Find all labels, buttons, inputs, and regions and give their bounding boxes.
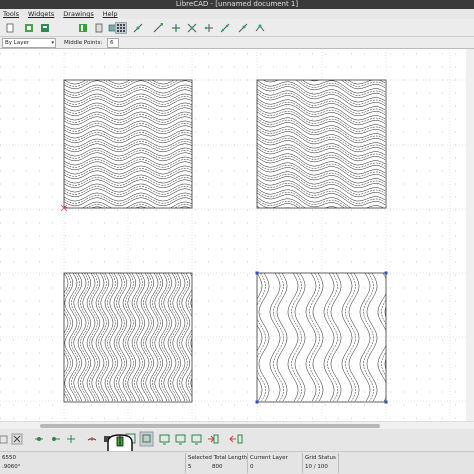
horizontal-scrollbar[interactable] <box>0 421 474 429</box>
menu-drawings[interactable]: Drawings <box>63 9 93 19</box>
status-divider <box>185 453 186 473</box>
snap-line-icon[interactable] <box>132 22 144 34</box>
status-divider <box>302 453 303 473</box>
snap-exclusive-icon[interactable] <box>11 433 23 445</box>
selected-count: 5 <box>188 464 192 470</box>
restrict-icon[interactable] <box>219 22 231 34</box>
snap-end-point-icon[interactable] <box>35 437 43 441</box>
scrollbar-thumb[interactable] <box>40 424 380 428</box>
layer-combo[interactable]: By Layer ▾ <box>2 38 56 48</box>
window-titlebar: LibreCAD - [unnamed document 1] <box>0 0 474 9</box>
mouse-icon <box>107 434 133 451</box>
status-divider <box>338 453 339 473</box>
wave-tile-vertical-wide[interactable] <box>216 272 413 403</box>
snap-free-icon[interactable] <box>254 22 266 34</box>
chevron-down-icon: ▾ <box>51 40 54 46</box>
grid-status-label: Grid Status <box>305 455 336 461</box>
vertical-scrollbar[interactable] <box>466 49 474 421</box>
snap-intersect-icon[interactable] <box>203 22 215 34</box>
menu-widgets[interactable]: Widgets <box>28 9 54 19</box>
snap-on-entity-icon[interactable] <box>67 435 75 443</box>
snap-end-icon[interactable] <box>152 22 164 34</box>
tools-grid-icon[interactable] <box>115 22 127 34</box>
snap-middle-input[interactable]: 6 <box>107 38 119 48</box>
menu-help[interactable]: Help <box>103 9 118 19</box>
wave-tile-vertical[interactable] <box>42 272 217 403</box>
draw-line-icon[interactable] <box>23 22 35 34</box>
menu-bar: Tools Widgets Drawings Help <box>0 9 474 19</box>
snap-middle-point-icon[interactable] <box>52 437 60 441</box>
layer-combo-value: By Layer <box>5 40 30 46</box>
window-title: LibreCAD - [unnamed document 1] <box>175 0 299 8</box>
snap-grid-icon[interactable] <box>0 435 8 444</box>
tab-selected-icon[interactable] <box>139 431 154 447</box>
coord-absolute: 6550 <box>2 455 16 461</box>
monitor-icon[interactable] <box>175 434 186 445</box>
snap-middle-icon[interactable] <box>170 22 182 34</box>
snap-toolbar <box>0 429 474 451</box>
new-file-icon[interactable] <box>4 22 16 34</box>
snap-relative-zero-icon[interactable] <box>87 437 97 441</box>
snap-middle-label: Middle Points: <box>64 40 103 46</box>
snap-distance-icon[interactable] <box>237 22 249 34</box>
layer-green-icon[interactable] <box>77 22 89 34</box>
selection-handle <box>384 400 388 404</box>
status-bar: 6550 .9060° Selected Total Length 5 800 … <box>0 451 474 474</box>
block-icon[interactable] <box>93 22 105 34</box>
main-toolbar <box>0 19 474 37</box>
grid-dots <box>0 53 469 419</box>
selection-handle <box>255 271 259 275</box>
screen-icon[interactable] <box>159 434 170 445</box>
status-divider <box>247 453 248 473</box>
menu-tools[interactable]: Tools <box>3 9 19 19</box>
selection-handle <box>384 271 388 275</box>
selected-length-label: Selected Total Length <box>188 455 248 461</box>
current-layer-label: Current Layer <box>250 455 288 461</box>
arrow-right-icon[interactable] <box>208 434 219 444</box>
arrow-left-icon[interactable] <box>229 434 243 444</box>
selected-length-value: 800 <box>212 464 223 470</box>
print-preview-icon[interactable] <box>191 434 202 445</box>
snap-center-icon[interactable] <box>186 22 198 34</box>
open-icon[interactable] <box>39 22 51 34</box>
options-toolbar: By Layer ▾ Middle Points: 6 <box>0 37 474 49</box>
drawing-canvas[interactable] <box>0 49 474 421</box>
coord-relative: .9060° <box>2 464 21 470</box>
grid-status-value: 10 / 100 <box>305 464 328 470</box>
wave-tile-diagonal[interactable] <box>256 53 387 251</box>
current-layer-value: 0 <box>250 464 254 470</box>
snap-middle-value: 6 <box>110 40 114 46</box>
selection-handle <box>255 400 259 404</box>
